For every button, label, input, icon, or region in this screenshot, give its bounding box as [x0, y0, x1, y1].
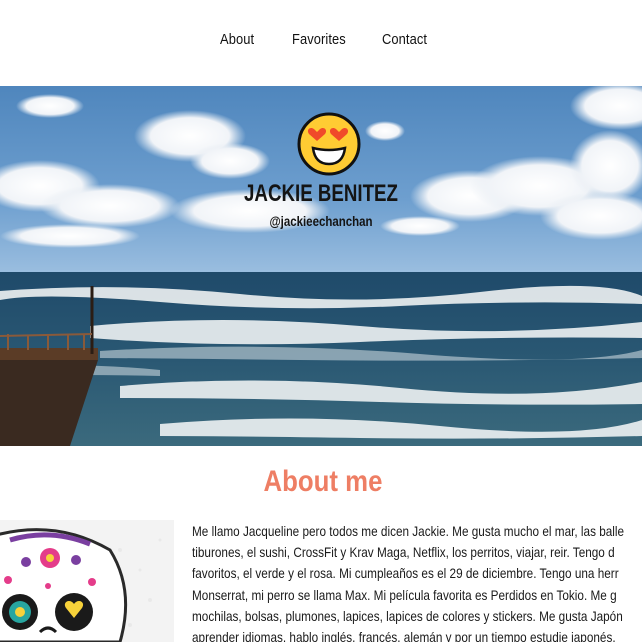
about-line: favoritos, el verde y el rosa. Mi cumple…	[192, 565, 619, 582]
about-paragraph: Me llamo Jacqueline pero todos me dicen …	[192, 521, 642, 642]
hero-handle: @jackieechanchan	[269, 213, 373, 229]
top-nav: About Favorites Contact	[0, 0, 642, 86]
about-line: aprender idiomas, hablo inglés, francés,…	[192, 629, 616, 642]
about-line: tiburones, el sushi, CrossFit y Krav Mag…	[192, 544, 615, 561]
nav-link-favorites[interactable]: Favorites	[292, 31, 346, 48]
sugar-skull-image	[0, 520, 174, 642]
about-line: Me llamo Jacqueline pero todos me dicen …	[192, 523, 625, 539]
heart-eyes-emoji-icon	[297, 112, 361, 176]
hero-banner: JACKIE BENITEZ @jackieechanchan	[0, 86, 642, 446]
about-line: mochilas, bolsas, plumones, lapices, lap…	[192, 607, 623, 624]
hero-name: JACKIE BENITEZ	[244, 180, 398, 207]
page: About Favorites Contact JACKIE BENITEZ @…	[0, 0, 642, 642]
about-line: Monserrat, mi perro se llama Max. Mi pel…	[192, 586, 617, 603]
nav-link-about[interactable]: About	[220, 31, 254, 48]
nav-link-contact[interactable]: Contact	[382, 31, 427, 48]
about-title: About me	[263, 465, 383, 498]
